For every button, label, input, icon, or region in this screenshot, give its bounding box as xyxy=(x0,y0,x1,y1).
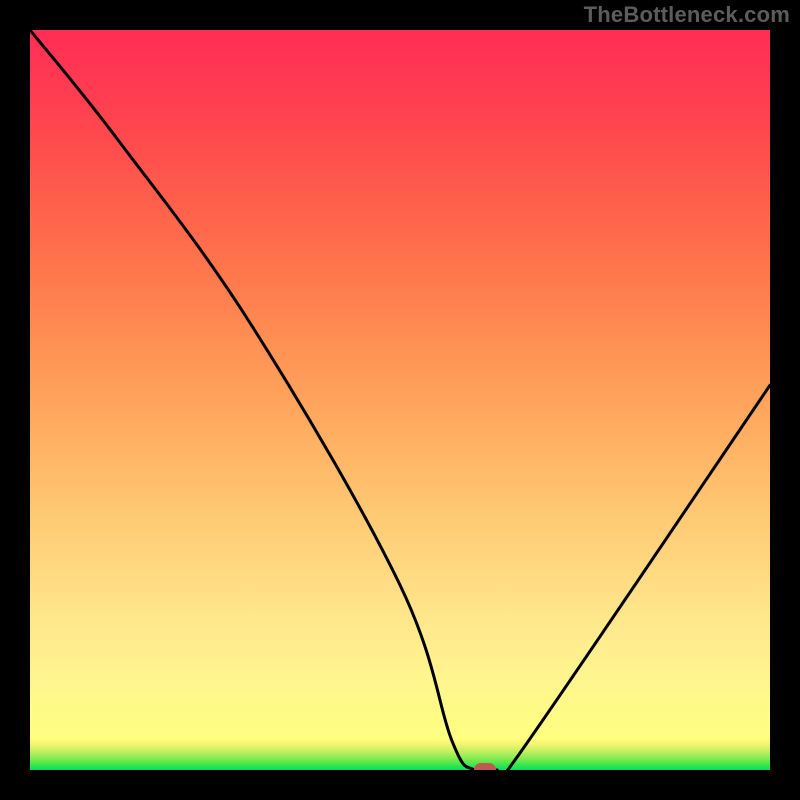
optimum-marker-icon xyxy=(474,763,496,770)
plot-area xyxy=(30,30,770,770)
chart-frame: TheBottleneck.com xyxy=(0,0,800,800)
bottleneck-curve xyxy=(30,30,770,770)
watermark-text: TheBottleneck.com xyxy=(584,2,790,28)
